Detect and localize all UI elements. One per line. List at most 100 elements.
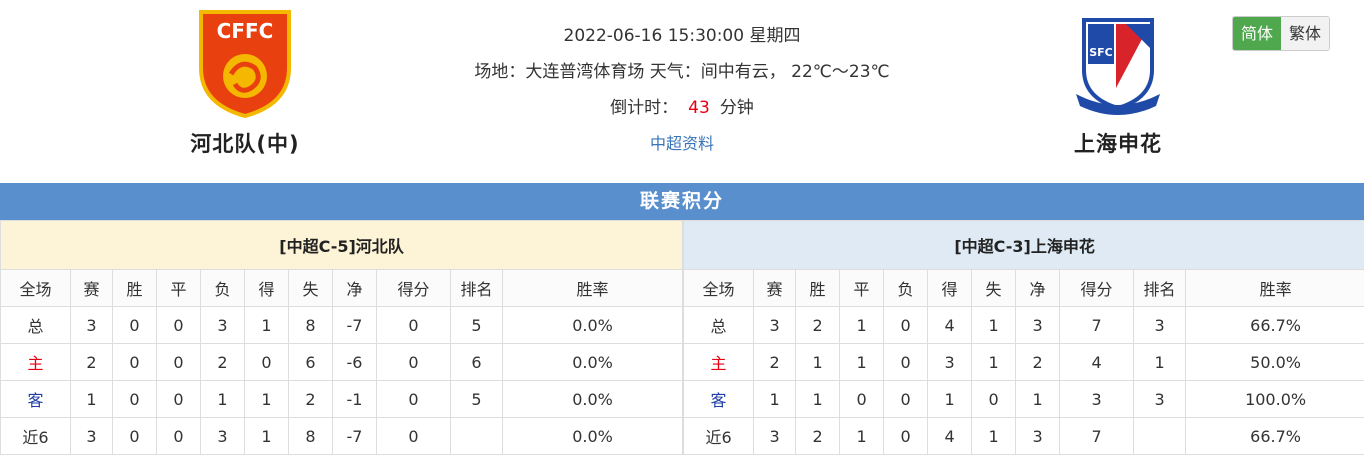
table-cell: 5 <box>450 306 503 344</box>
table-cell <box>450 417 503 455</box>
table-cell: 0 <box>376 380 451 418</box>
table-cell: 2 <box>1015 343 1061 381</box>
table-row: 近6 3 0 0 3 1 8 -7 0 0.0% <box>0 417 684 455</box>
table-cell: 2 <box>70 343 113 381</box>
table-cell: 0.0% <box>501 417 684 455</box>
table-cell: 6 <box>288 343 333 381</box>
column-header: 胜率 <box>1185 269 1364 307</box>
column-header: 胜 <box>795 269 841 307</box>
table-cell: 1 <box>839 417 885 455</box>
league-info-link[interactable]: 中超资料 <box>650 134 714 153</box>
table-cell: 3 <box>753 306 797 344</box>
table-cell: 3 <box>200 306 245 344</box>
table-cell: 1 <box>971 417 1017 455</box>
table-cell: 1 <box>1133 343 1187 381</box>
table-cell: 1 <box>839 343 885 381</box>
table-cell: 1 <box>244 417 289 455</box>
column-header: 排名 <box>1133 269 1187 307</box>
table-cell <box>1133 417 1187 455</box>
row-label: 总 <box>0 306 71 344</box>
column-header: 得分 <box>1059 269 1135 307</box>
table-cell: 1 <box>927 380 973 418</box>
column-header: 全场 <box>0 269 71 307</box>
table-cell: 3 <box>1133 306 1187 344</box>
away-standings-table: [中超C-3]上海申花 全场赛胜平负得失净得分 排名 胜率 总 3 2 1 0 4 1 3 7 3 66… <box>683 220 1364 455</box>
column-header: 负 <box>200 269 245 307</box>
table-cell: 8 <box>288 417 333 455</box>
table-cell: 0 <box>883 343 929 381</box>
table-cell: 0 <box>839 380 885 418</box>
table-row: 主 2 1 1 0 3 1 2 4 1 50.0% <box>683 343 1364 381</box>
table-cell: 0 <box>376 343 451 381</box>
countdown-label: 倒计时： <box>610 98 679 118</box>
table-cell: 0 <box>112 417 157 455</box>
column-header: 胜率 <box>501 269 684 307</box>
match-datetime: 2022-06-16 15:30:00 星期四 <box>563 26 801 46</box>
table-cell: 3 <box>927 343 973 381</box>
row-label: 近6 <box>0 417 71 455</box>
table-cell: 2 <box>795 417 841 455</box>
table-cell: 1 <box>244 306 289 344</box>
away-team: SFC 上海申花 <box>1018 8 1218 158</box>
home-standings-table: [中超C-5]河北队 全场赛胜平负得失净得分 排名 胜率 总 3 0 0 3 1 8 -7 0 5 0.… <box>0 220 684 455</box>
table-cell: 0 <box>883 380 929 418</box>
table-row: 近6 3 2 1 0 4 1 3 7 66.7% <box>683 417 1364 455</box>
lang-traditional-button[interactable]: 繁体 <box>1281 17 1330 50</box>
column-header: 得 <box>244 269 289 307</box>
table-cell: 4 <box>1059 343 1135 381</box>
table-cell: 4 <box>927 417 973 455</box>
table-cell: 0.0% <box>501 380 684 418</box>
table-cell: 7 <box>1059 306 1135 344</box>
table-cell: 0 <box>112 380 157 418</box>
table-cell: 8 <box>288 306 333 344</box>
column-header: 全场 <box>683 269 755 307</box>
column-header: 净 <box>1015 269 1061 307</box>
table-cell: 1 <box>200 380 245 418</box>
column-header: 胜 <box>112 269 157 307</box>
table-cell: 100.0% <box>1185 380 1364 418</box>
table-cell: 0 <box>971 380 1017 418</box>
table-cell: 0 <box>112 306 157 344</box>
column-header: 得 <box>927 269 973 307</box>
table-cell: 1 <box>1015 380 1061 418</box>
table-cell: 1 <box>839 306 885 344</box>
table-cell: 0 <box>156 343 201 381</box>
table-row: 总 3 0 0 3 1 8 -7 0 5 0.0% <box>0 306 684 344</box>
table-cell: 1 <box>971 343 1017 381</box>
section-title: 联赛积分 <box>0 183 1364 220</box>
column-header: 净 <box>332 269 377 307</box>
table-cell: 1 <box>971 306 1017 344</box>
table-cell: 0 <box>156 380 201 418</box>
column-header: 得分 <box>376 269 451 307</box>
lang-simplified-button[interactable]: 简体 <box>1233 17 1282 50</box>
table-cell: 3 <box>753 417 797 455</box>
table-cell: -7 <box>332 417 377 455</box>
table-row: 主 2 0 0 2 0 6 -6 0 6 0.0% <box>0 343 684 381</box>
table-cell: 2 <box>288 380 333 418</box>
table-cell: 3 <box>1059 380 1135 418</box>
table-cell: 0.0% <box>501 306 684 344</box>
column-header: 失 <box>971 269 1017 307</box>
svg-text:SFC: SFC <box>1089 46 1113 59</box>
table-cell: 3 <box>200 417 245 455</box>
table-cell: 6 <box>450 343 503 381</box>
countdown: 倒计时： 43 分钟 <box>382 90 982 126</box>
row-label: 客 <box>0 380 71 418</box>
standings: [中超C-5]河北队 全场赛胜平负得失净得分 排名 胜率 总 3 0 0 3 1 8 -7 0 5 0.… <box>0 220 1364 455</box>
away-team-name: 上海申花 <box>1074 132 1162 156</box>
table-cell: 3 <box>1015 306 1061 344</box>
table-cell: 2 <box>795 306 841 344</box>
table-cell: 66.7% <box>1185 306 1364 344</box>
svg-text:CFFC: CFFC <box>217 19 274 43</box>
table-cell: 7 <box>1059 417 1135 455</box>
table-cell: 0 <box>156 417 201 455</box>
table-cell: 4 <box>927 306 973 344</box>
match-venue-weather: 场地：大连普湾体育场 天气：间中有云， 22℃～23℃ <box>474 62 890 82</box>
table-cell: 0 <box>112 343 157 381</box>
table-row: 客 1 1 0 0 1 0 1 3 3 100.0% <box>683 380 1364 418</box>
table-cell: 1 <box>795 380 841 418</box>
table-cell: 1 <box>795 343 841 381</box>
row-label: 总 <box>683 306 755 344</box>
countdown-value: 43 <box>688 98 710 118</box>
home-table-caption: [中超C-5]河北队 <box>0 220 684 270</box>
